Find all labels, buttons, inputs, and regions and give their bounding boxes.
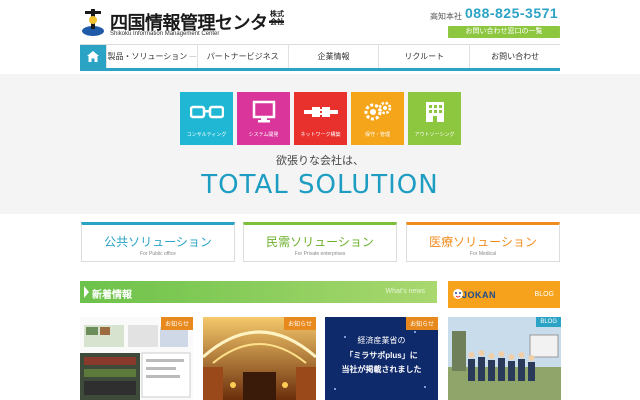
hero-section: コンサルティング システム開発 ネットワーク構築 保守・管理 アウトソーシング … (0, 74, 640, 214)
chevron-right-icon (84, 286, 89, 298)
solution-name: 民需ソリューション (266, 235, 374, 249)
news-thumb-1[interactable]: お知らせ (80, 317, 193, 400)
tile-consulting[interactable]: コンサルティング (180, 92, 233, 145)
thumb-line-3: 当社が掲載されました (341, 365, 422, 374)
network-plug-icon (303, 107, 338, 117)
news-subtitle: What's news (385, 288, 425, 295)
news-badge: お知らせ (406, 317, 438, 330)
nav-item-label: 企業情報 (317, 52, 350, 61)
nav-item-partner[interactable]: パートナービジネス (196, 45, 288, 68)
logo-subtitle: Shikoku Information Management Center (110, 31, 220, 37)
news-thumb-2[interactable]: お知らせ (203, 317, 316, 400)
gears-icon (364, 101, 391, 121)
tile-label: システム開発 (248, 132, 279, 138)
tile-label: コンサルティング (186, 132, 227, 138)
nav-item-label: リクルート (404, 52, 445, 61)
thumb-line-1: 経済産業省の (357, 336, 406, 345)
news-badge: お知らせ (161, 317, 193, 330)
logo-kabushiki: 株式会社 (270, 11, 284, 26)
news-header-bar: 新着情報 What's news (80, 281, 437, 303)
tile-label: ネットワーク構築 (300, 132, 341, 138)
blog-badge: BLOG (536, 317, 561, 327)
contact-list-button[interactable]: お問い合わせ窓口の一覧 (448, 26, 560, 38)
tile-label: アウトソーシング (414, 132, 455, 138)
site-logo[interactable]: 四国情報管理センター 株式会社 Shikoku Information Mana… (80, 7, 300, 39)
solution-sub: For Private enterprises (294, 251, 346, 257)
solution-card-private[interactable]: 民需ソリューション For Private enterprises (243, 222, 397, 262)
thumb-line-2: 「ミラサポplus」に (345, 351, 418, 360)
nav-item-label: お問い合わせ (491, 52, 540, 61)
news-badge: お知らせ (284, 317, 316, 330)
news-thumb-3[interactable]: 経済産業省の 「ミラサポplus」に 当社が掲載されました お知らせ (325, 317, 438, 400)
nav-item-dash: — (189, 53, 197, 60)
glasses-icon (189, 105, 224, 119)
tile-outsourcing[interactable]: アウトソーシング (408, 92, 461, 145)
tile-system-dev[interactable]: システム開発 (237, 92, 290, 145)
logo-mark-icon (82, 9, 104, 36)
blog-brand: JOKAN (462, 290, 497, 300)
blog-label: BLOG (534, 291, 554, 298)
site-header: 四国情報管理センター 株式会社 Shikoku Information Mana… (0, 0, 640, 44)
solution-sub: For Public office (140, 251, 176, 257)
blog-thumb[interactable]: BLOG (448, 317, 561, 400)
global-nav: 製品・ソリューション — パートナービジネス 企業情報 リクルート お問い合わせ (80, 44, 560, 71)
nav-item-recruit[interactable]: リクルート (378, 45, 469, 68)
building-icon (425, 102, 444, 122)
group-photo-image (448, 317, 561, 400)
news-title: 新着情報 (92, 290, 132, 301)
nav-item-label: パートナービジネス (206, 52, 279, 61)
solution-card-medical[interactable]: 医療ソリューション For Medical (406, 222, 560, 262)
home-icon (87, 51, 99, 62)
tel-number[interactable]: 088-825-3571 (465, 5, 558, 21)
solution-sub: For Medical (469, 251, 497, 257)
solution-card-public[interactable]: 公共ソリューション For Public office (81, 222, 235, 262)
blog-banner[interactable]: JOKAN BLOG (448, 281, 560, 308)
tile-label: 保守・管理 (364, 132, 390, 138)
hero-headline: TOTAL SOLUTION (201, 170, 439, 200)
tel-label: 高知本社 (430, 12, 462, 21)
nav-item-contact[interactable]: お問い合わせ (469, 45, 560, 68)
tile-maintenance[interactable]: 保守・管理 (351, 92, 404, 145)
solution-name: 医療ソリューション (429, 235, 537, 249)
tile-network[interactable]: ネットワーク構築 (294, 92, 347, 145)
monitor-icon (252, 100, 275, 123)
nav-item-label: 製品・ソリューション (107, 52, 188, 61)
nav-item-company[interactable]: 企業情報 (287, 45, 379, 68)
hero-tagline: 欲張りな会社は、 (276, 155, 364, 167)
nav-home-button[interactable] (80, 45, 106, 68)
solution-name: 公共ソリューション (104, 235, 212, 249)
nav-item-products[interactable]: 製品・ソリューション — (106, 45, 197, 68)
